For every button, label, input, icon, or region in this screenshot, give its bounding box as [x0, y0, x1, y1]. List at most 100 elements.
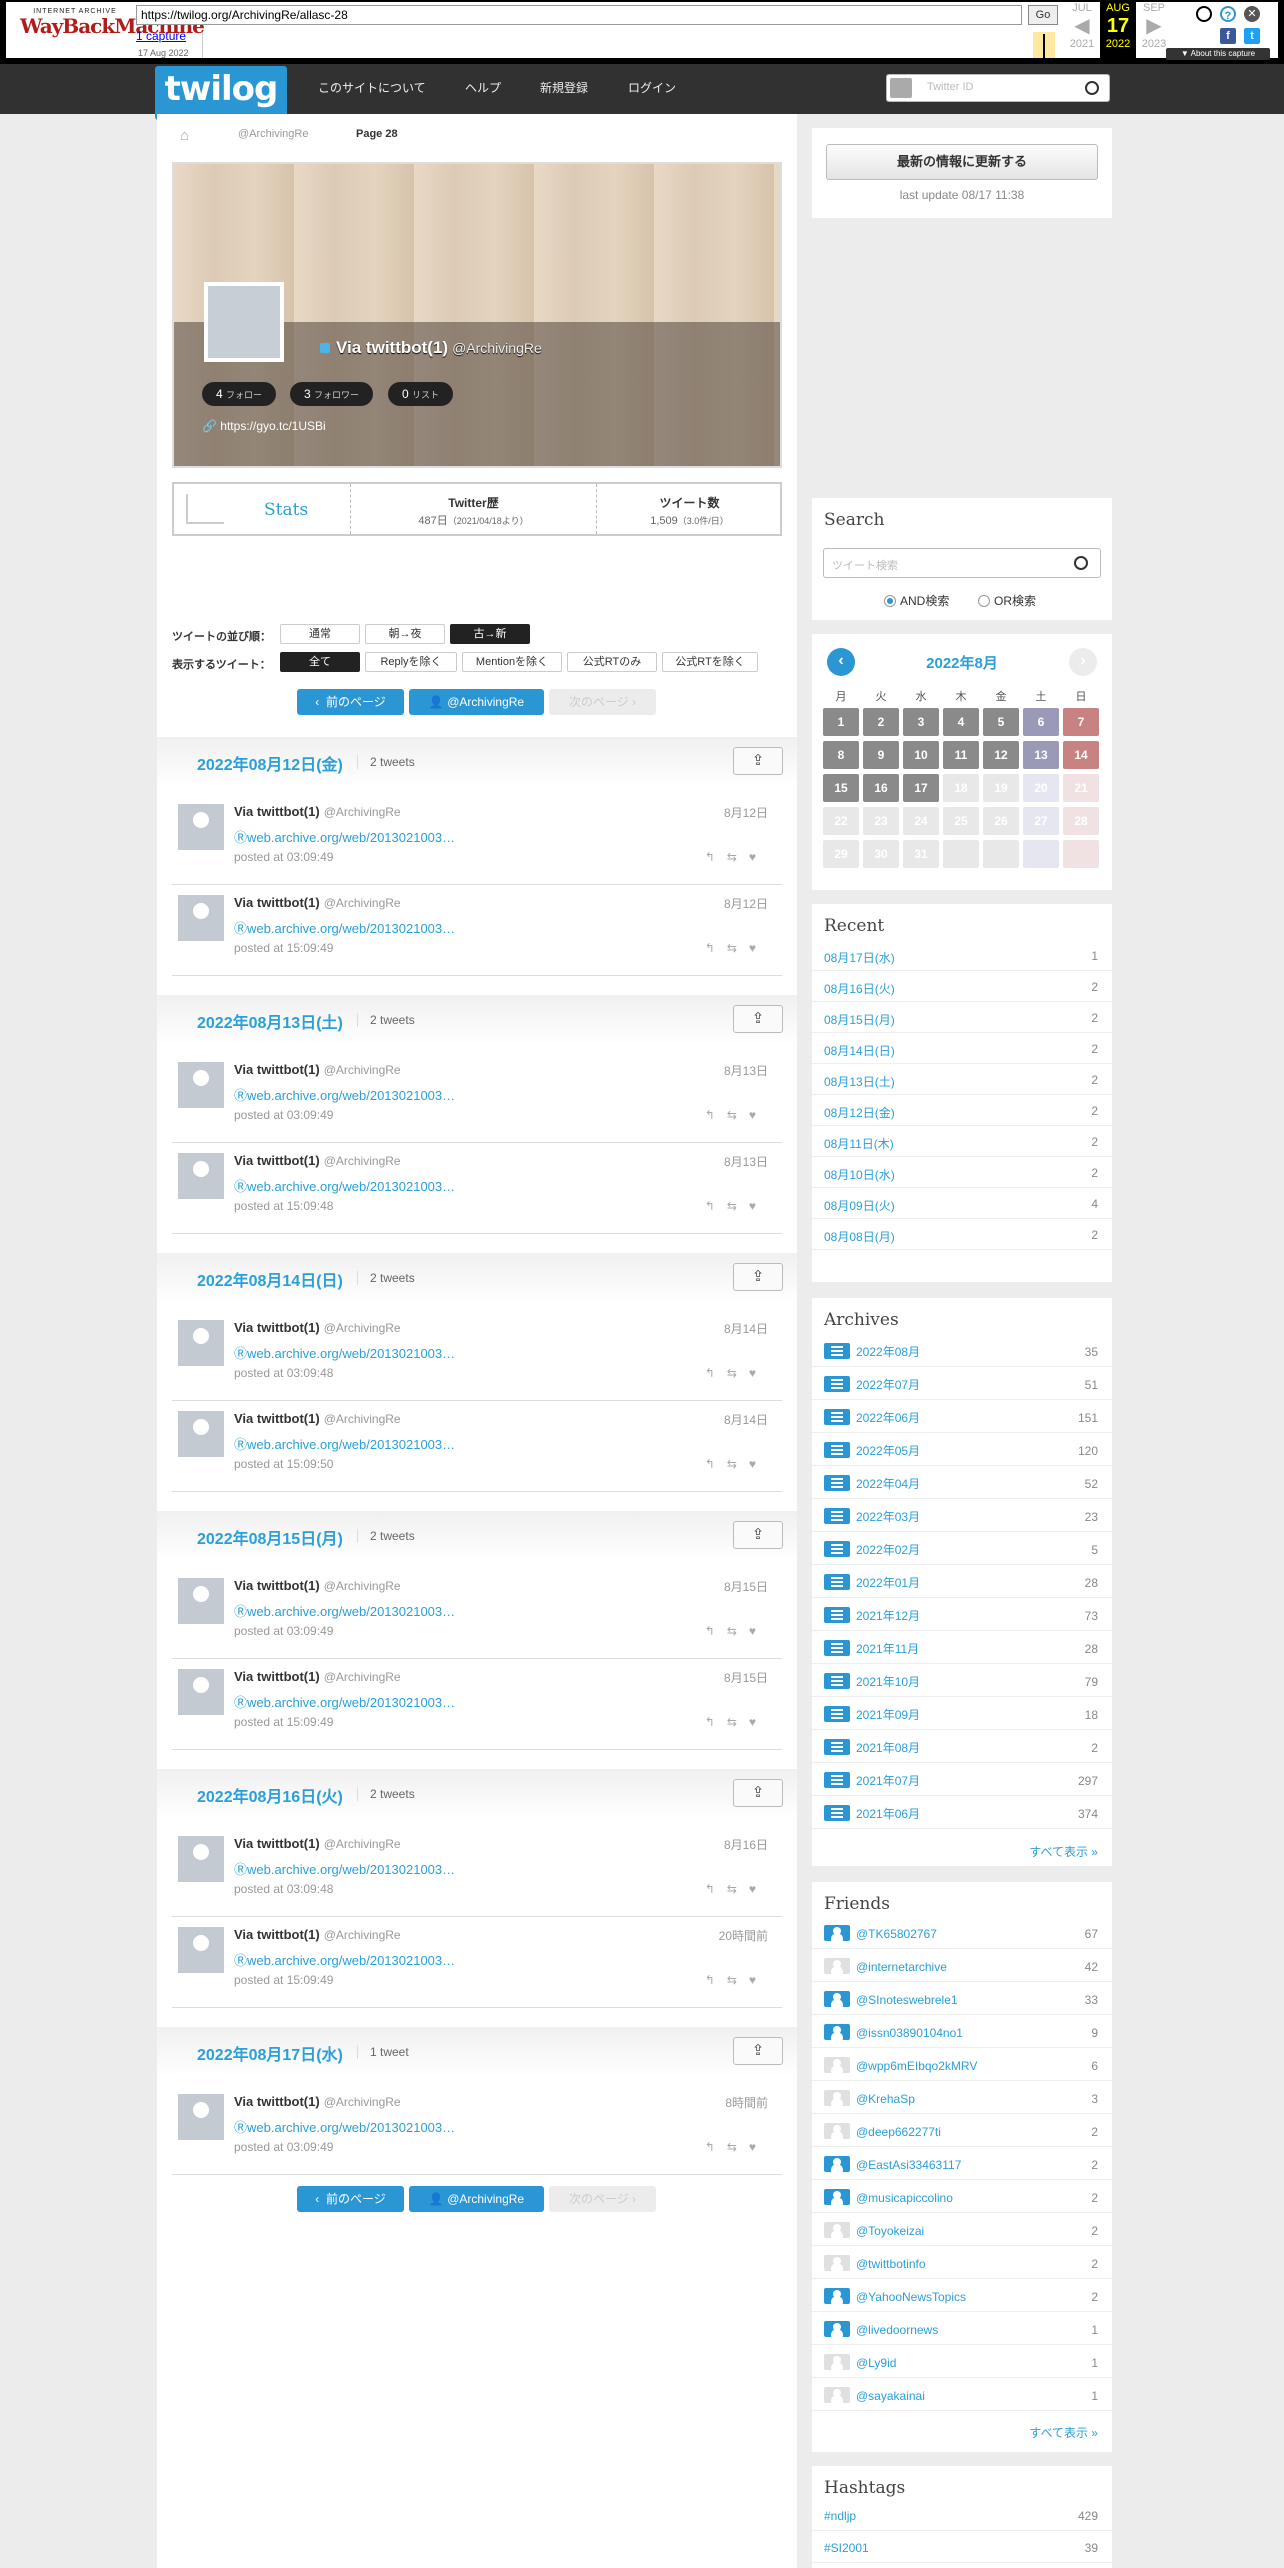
tweet-posted-at[interactable]: posted at 15:09:50: [234, 1457, 333, 1471]
tweet-text[interactable]: Ⓡweb.archive.org/web/2013021003…: [234, 1176, 455, 1195]
calendar-day[interactable]: 5: [983, 708, 1019, 736]
month-prev[interactable]: JUL ◀ 2021: [1064, 2, 1100, 50]
calendar-day[interactable]: 13: [1023, 741, 1059, 769]
header-search-input[interactable]: Twitter ID: [886, 74, 1110, 102]
share-icon[interactable]: ⇪: [733, 1263, 783, 1291]
home-icon[interactable]: ⌂: [180, 127, 189, 144]
friend-item[interactable]: @KrehaSp 3: [812, 2083, 1112, 2114]
share-icon[interactable]: ⇪: [733, 1521, 783, 1549]
tweet-search-input[interactable]: ツイート検索: [823, 548, 1101, 578]
tweet-posted-at[interactable]: posted at 03:09:49: [234, 850, 333, 864]
calendar-day[interactable]: 17: [903, 774, 939, 802]
friend-item[interactable]: @YahooNewsTopics 2: [812, 2281, 1112, 2312]
archive-item[interactable]: 2021年07月 297: [812, 1765, 1112, 1796]
tweet-avatar[interactable]: [178, 804, 224, 850]
archive-item[interactable]: 2022年06月 151: [812, 1402, 1112, 1433]
calendar-day[interactable]: 11: [943, 741, 979, 769]
friend-item[interactable]: @twittbotinfo 2: [812, 2248, 1112, 2279]
recent-item[interactable]: 08月15日(月) 2: [812, 1002, 1112, 1033]
follow-count[interactable]: 4 フォロー: [202, 382, 277, 406]
tweet-avatar[interactable]: [178, 1062, 224, 1108]
sort-old-new[interactable]: 古→新: [450, 624, 530, 644]
sort-morning-night[interactable]: 朝→夜: [365, 624, 445, 644]
archive-item[interactable]: 2021年12月 73: [812, 1600, 1112, 1631]
archive-item[interactable]: 2021年08月 2: [812, 1732, 1112, 1763]
wayback-logo[interactable]: INTERNET ARCHIVE WayBackMachine: [20, 8, 205, 52]
friend-item[interactable]: @issn03890104no1 9: [812, 2017, 1112, 2048]
friend-item[interactable]: @TK65802767 67: [812, 1918, 1112, 1949]
calendar-day[interactable]: 7: [1063, 708, 1099, 736]
tweet-text[interactable]: Ⓡweb.archive.org/web/2013021003…: [234, 1859, 455, 1878]
calendar-day[interactable]: 10: [903, 741, 939, 769]
tweet-posted-at[interactable]: posted at 03:09:49: [234, 2140, 333, 2154]
tweet-actions[interactable]: ↰⇆♥: [705, 850, 768, 864]
calendar-day[interactable]: 8: [823, 741, 859, 769]
nav-help[interactable]: ヘルプ: [465, 64, 501, 114]
friend-item[interactable]: @Toyokeizai 2: [812, 2215, 1112, 2246]
tweet-posted-at[interactable]: posted at 03:09:48: [234, 1882, 333, 1896]
archive-item[interactable]: 2021年06月 374: [812, 1798, 1112, 1829]
tweet-actions[interactable]: ↰⇆♥: [705, 2140, 768, 2154]
tweet-text[interactable]: Ⓡweb.archive.org/web/2013021003…: [234, 918, 455, 937]
tweet-text[interactable]: Ⓡweb.archive.org/web/2013021003…: [234, 2117, 455, 2136]
tweet-text[interactable]: Ⓡweb.archive.org/web/2013021003…: [234, 1434, 455, 1453]
help-icon[interactable]: ?: [1220, 6, 1236, 22]
archive-item[interactable]: 2022年04月 52: [812, 1468, 1112, 1499]
friend-item[interactable]: @deep662277ti 2: [812, 2116, 1112, 2147]
share-icon[interactable]: ⇪: [733, 2037, 783, 2065]
archive-item[interactable]: 2021年11月 28: [812, 1633, 1112, 1664]
wayback-go-button[interactable]: Go: [1028, 5, 1058, 25]
tweet-avatar[interactable]: [178, 895, 224, 941]
nav-about[interactable]: このサイトについて: [318, 64, 426, 114]
calendar-day[interactable]: 1: [823, 708, 859, 736]
wayback-captures-link[interactable]: 1 capture: [136, 29, 186, 43]
filter-all[interactable]: 全て: [280, 652, 360, 672]
tweet-avatar[interactable]: [178, 1836, 224, 1882]
filter-no-mention[interactable]: Mentionを除く: [462, 652, 562, 672]
twitter-icon[interactable]: t: [1244, 28, 1260, 44]
tweet-text[interactable]: Ⓡweb.archive.org/web/2013021003…: [234, 1950, 455, 1969]
list-count[interactable]: 0 リスト: [388, 382, 454, 406]
tweet-actions[interactable]: ↰⇆♥: [705, 941, 768, 955]
tweet-avatar[interactable]: [178, 1927, 224, 1973]
breadcrumb-user[interactable]: @ArchivingRe: [238, 128, 308, 140]
friend-item[interactable]: @musicapiccolino 2: [812, 2182, 1112, 2213]
tweet-text[interactable]: Ⓡweb.archive.org/web/2013021003…: [234, 1085, 455, 1104]
calendar-day[interactable]: 15: [823, 774, 859, 802]
tweet-avatar[interactable]: [178, 1411, 224, 1457]
calendar-day[interactable]: 14: [1063, 741, 1099, 769]
share-icon[interactable]: ⇪: [733, 1779, 783, 1807]
share-icon[interactable]: ⇪: [733, 747, 783, 775]
tweet-avatar[interactable]: [178, 1578, 224, 1624]
friend-item[interactable]: @internetarchive 42: [812, 1951, 1112, 1982]
and-search-radio[interactable]: AND検索: [884, 592, 949, 609]
tweet-actions[interactable]: ↰⇆♥: [705, 1457, 768, 1471]
tweet-actions[interactable]: ↰⇆♥: [705, 1108, 768, 1122]
calendar-day[interactable]: 9: [863, 741, 899, 769]
recent-item[interactable]: 08月10日(水) 2: [812, 1157, 1112, 1188]
filter-rt-only[interactable]: 公式RTのみ: [567, 652, 657, 672]
tweet-posted-at[interactable]: posted at 15:09:48: [234, 1199, 333, 1213]
tweet-actions[interactable]: ↰⇆♥: [705, 1715, 768, 1729]
user-page-button-bottom[interactable]: 👤 @ArchivingRe: [409, 2186, 544, 2212]
month-next[interactable]: SEP ▶ 2023: [1136, 2, 1172, 50]
close-icon[interactable]: ✕: [1244, 6, 1260, 22]
calendar-day[interactable]: 12: [983, 741, 1019, 769]
follower-count[interactable]: 3 フォロワー: [290, 382, 374, 406]
calendar-day[interactable]: 3: [903, 708, 939, 736]
archive-item[interactable]: 2021年10月 79: [812, 1666, 1112, 1697]
sort-normal[interactable]: 通常: [280, 624, 360, 644]
archive-item[interactable]: 2022年07月 51: [812, 1369, 1112, 1400]
tweet-posted-at[interactable]: posted at 15:09:49: [234, 1973, 333, 1987]
about-capture-button[interactable]: ▼ About this capture: [1166, 48, 1270, 60]
tweet-posted-at[interactable]: posted at 03:09:49: [234, 1108, 333, 1122]
nav-login[interactable]: ログイン: [628, 64, 676, 114]
archive-item[interactable]: 2022年03月 23: [812, 1501, 1112, 1532]
user-icon[interactable]: [1196, 6, 1212, 22]
recent-item[interactable]: 08月17日(水) 1: [812, 940, 1112, 971]
archives-show-all[interactable]: すべて表示 »: [1029, 1843, 1098, 1860]
tweet-avatar[interactable]: [178, 1320, 224, 1366]
filter-no-reply[interactable]: Replyを除く: [365, 652, 457, 672]
friend-item[interactable]: @EastAsi33463117 2: [812, 2149, 1112, 2180]
tweet-posted-at[interactable]: posted at 15:09:49: [234, 941, 333, 955]
